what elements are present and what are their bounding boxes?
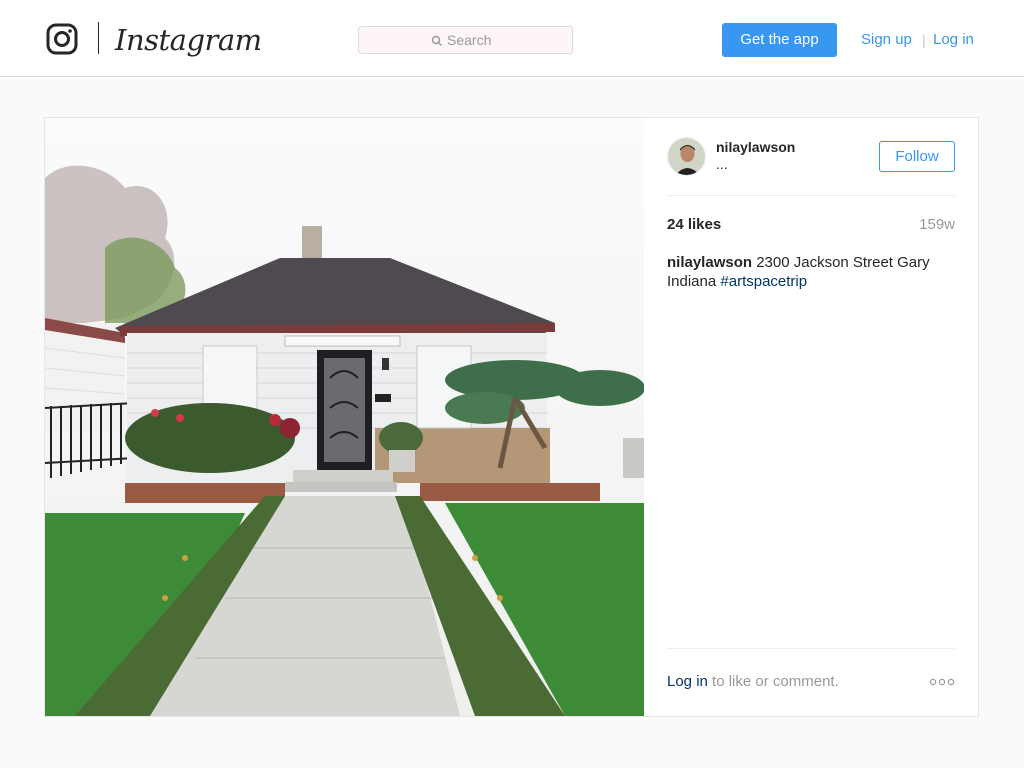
caption-username-link[interactable]: nilaylawson [667,254,752,271]
instagram-wordmark-logo[interactable]: Instagram [115,20,262,60]
auth-links-separator: | [922,32,926,48]
header-divider [667,195,955,196]
post-photo[interactable] [45,118,644,716]
login-to-comment-prompt: Log in to like or comment. [667,672,839,692]
post-author-username[interactable]: nilaylawson [716,138,795,156]
follow-button[interactable]: Follow [879,141,955,172]
user-avatar[interactable] [667,137,706,176]
top-navigation-bar: Instagram Get the app Sign up | Log in [0,0,1024,77]
post-age-timestamp[interactable]: 159w [919,215,955,235]
login-link[interactable]: Log in [667,673,708,690]
instagram-camera-icon[interactable] [46,23,78,55]
get-the-app-button[interactable]: Get the app [722,23,837,57]
login-prompt-text: to like or comment. [707,673,839,690]
post-caption: nilaylawson 2300 Jackson Street Gary Ind… [667,253,955,291]
more-options-icon[interactable] [929,676,955,688]
search-box[interactable] [358,26,573,54]
search-input[interactable] [359,27,572,53]
post-card: nilaylawson ... Follow 24 likes 159w nil… [44,117,979,717]
comment-divider [667,648,955,649]
hashtag-link[interactable]: #artspacetrip [720,273,807,290]
logo-divider [98,22,99,54]
sign-up-link[interactable]: Sign up [861,30,912,50]
post-location[interactable]: ... [716,156,728,172]
log-in-link[interactable]: Log in [933,30,974,50]
house-photo-illustration [45,118,644,716]
post-sidebar: nilaylawson ... Follow 24 likes 159w nil… [667,118,955,716]
likes-count[interactable]: 24 likes [667,215,721,235]
